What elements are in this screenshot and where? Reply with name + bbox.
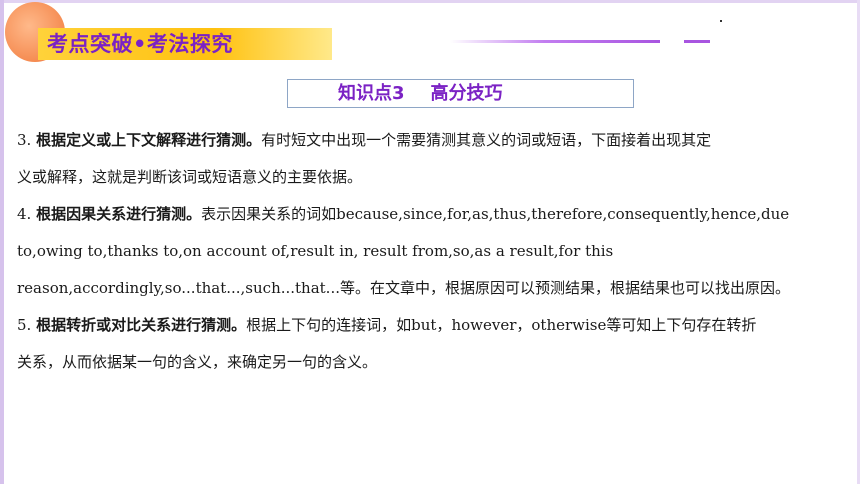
header-decor-line	[450, 40, 660, 43]
item4-line2: to,owing to,thanks to,on account of,resu…	[17, 233, 852, 270]
item4-text-c-en: reason,accordingly,so...that...,such...t…	[17, 279, 340, 297]
item4-line3: reason,accordingly,so...that...,such...t…	[17, 270, 852, 307]
item4-heading: 根据因果关系进行猜测。	[36, 205, 202, 223]
item4-number: 4.	[17, 205, 37, 223]
item3-number: 3.	[17, 131, 37, 149]
item5-text-a-sep2: ，	[516, 316, 532, 334]
header-decor-dot	[720, 20, 722, 22]
knowledge-point-topic: 高分技巧	[430, 83, 503, 104]
item3-line1: 3. 根据定义或上下文解释进行猜测。有时短文中出现一个需要猜测其意义的词或短语，…	[17, 122, 852, 159]
item5-line1: 5. 根据转折或对比关系进行猜测。根据上下句的连接词，如but，however，…	[17, 307, 852, 344]
content-body: 3. 根据定义或上下文解释进行猜测。有时短文中出现一个需要猜测其意义的词或短语，…	[17, 122, 852, 381]
knowledge-point-label: 知识点3	[338, 83, 405, 104]
item5-text-a-en3: otherwise	[531, 316, 607, 334]
item5-text-a-en2: however	[451, 316, 517, 334]
item3-line2: 义或解释，这就是判断该词或短语意义的主要依据。	[17, 159, 852, 196]
item4-text-c-cjk: 等。在文章中，根据原因可以预测结果，根据结果也可以找出原因。	[340, 279, 791, 297]
item4-text-a-en: because,since,for,as,thus,therefore,cons…	[336, 205, 790, 223]
knowledge-point-heading: 知识点3 高分技巧	[338, 80, 503, 107]
item3-text-a: 有时短文中出现一个需要猜测其意义的词或短语，下面接着出现其定	[261, 131, 712, 149]
frame-top-border	[0, 0, 860, 3]
item5-text-a-cjk2: 等可知上下句存在转折	[606, 316, 757, 334]
item5-text-a-cjk1: 根据上下句的连接词，如	[246, 316, 412, 334]
item4-text-a-cjk: 表示因果关系的词如	[201, 205, 337, 223]
item5-line2: 关系，从而依据某一句的含义，来确定另一句的含义。	[17, 344, 852, 381]
item5-heading: 根据转折或对比关系进行猜测。	[36, 316, 247, 334]
header-decor-dash	[684, 40, 710, 43]
item5-text-b: 关系，从而依据某一句的含义，来确定另一句的含义。	[17, 353, 378, 371]
item4-line1: 4. 根据因果关系进行猜测。表示因果关系的词如because,since,for…	[17, 196, 852, 233]
frame-left-border	[0, 0, 4, 484]
item3-text-b: 义或解释，这就是判断该词或短语意义的主要依据。	[17, 168, 363, 186]
item3-heading: 根据定义或上下文解释进行猜测。	[36, 131, 262, 149]
item5-text-a-en1: but	[411, 316, 437, 334]
item5-number: 5.	[17, 316, 37, 334]
page-title: 考点突破•考法探究	[47, 32, 233, 56]
item5-text-a-sep: ，	[436, 316, 452, 334]
item4-text-b: to,owing to,thanks to,on account of,resu…	[17, 242, 614, 260]
